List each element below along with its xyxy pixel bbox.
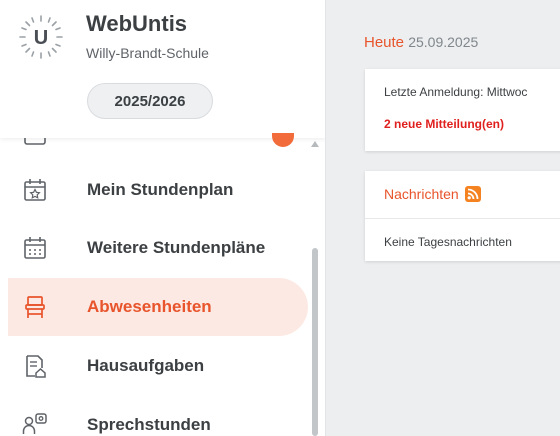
homework-icon bbox=[26, 355, 46, 378]
sidebar-item-label: Sprechstunden bbox=[87, 415, 211, 434]
sidebar-item-label: Weitere Stundenpläne bbox=[87, 238, 266, 257]
school-year-selector[interactable]: 2025/2026 bbox=[87, 83, 213, 119]
sidebar-item-abwesenheiten[interactable]: Abwesenheiten bbox=[8, 278, 308, 336]
sidebar-scrollbar[interactable] bbox=[312, 248, 318, 436]
login-info-card: Letzte Anmeldung: Mittwoc 2 neue Mitteil… bbox=[365, 69, 560, 151]
sidebar-item-label: Mein Stundenplan bbox=[87, 180, 234, 199]
main-content: Heute 25.09.2025 Letzte Anmeldung: Mittw… bbox=[327, 0, 560, 436]
today-heading: Heute 25.09.2025 bbox=[364, 34, 478, 51]
sidebar-item-mein-stundenplan[interactable]: Mein Stundenplan bbox=[8, 161, 308, 219]
news-title: Nachrichten bbox=[384, 186, 459, 202]
last-login-text: Letzte Anmeldung: Mittwoc bbox=[384, 85, 528, 99]
news-card: Nachrichten Keine Tagesnachrichten bbox=[365, 171, 560, 261]
sidebar: Mein Stundenplan Weitere Stundenpläne Ab… bbox=[0, 0, 326, 436]
today-date: 25.09.2025 bbox=[408, 34, 479, 50]
webuntis-logo-icon: U bbox=[19, 15, 63, 59]
calendar-star-icon bbox=[24, 179, 46, 201]
scroll-up-arrow-icon[interactable] bbox=[311, 141, 319, 147]
brand-header: U WebUntis Willy-Brandt-Schule 2025/2026 bbox=[0, 0, 325, 138]
news-empty-text: Keine Tagesnachrichten bbox=[384, 235, 512, 249]
new-messages-link[interactable]: 2 neue Mitteilung(en) bbox=[384, 117, 504, 131]
app-name: WebUntis bbox=[86, 11, 188, 36]
sidebar-item-label: Abwesenheiten bbox=[87, 297, 212, 316]
news-divider bbox=[365, 218, 560, 219]
svg-text:U: U bbox=[34, 27, 48, 49]
sidebar-item-hausaufgaben[interactable]: Hausaufgaben bbox=[8, 337, 308, 395]
school-name: Willy-Brandt-Schule bbox=[86, 45, 209, 61]
sidebar-item-sprechstunden[interactable]: Sprechstunden bbox=[8, 396, 308, 436]
sidebar-item-weitere-stundenplaene[interactable]: Weitere Stundenpläne bbox=[8, 219, 308, 277]
calendar-grid-icon bbox=[24, 237, 46, 259]
chair-icon bbox=[25, 296, 45, 318]
sidebar-item-label: Hausaufgaben bbox=[87, 356, 205, 375]
rss-icon[interactable] bbox=[464, 186, 481, 202]
consultation-icon bbox=[22, 413, 47, 434]
news-card-header: Nachrichten bbox=[384, 186, 481, 202]
today-label: Heute bbox=[364, 34, 405, 51]
